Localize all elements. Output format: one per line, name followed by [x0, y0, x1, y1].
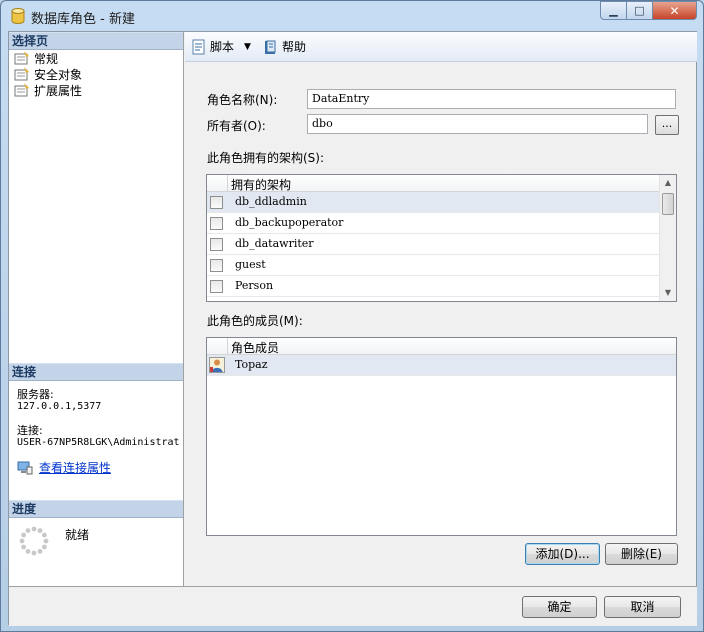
ok-button[interactable]: 确定: [522, 596, 597, 618]
title-bar[interactable]: 数据库角色 - 新建 ▁ □ ✕: [1, 1, 703, 31]
toolbar: 脚本 ▼ 帮助: [185, 32, 697, 62]
connection-section: 连接 服务器: 127.0.0.1,5377 连接: USER-67NP5R8L…: [9, 363, 183, 476]
page-item-extended-properties[interactable]: 扩展属性: [9, 82, 183, 98]
script-label: 脚本: [210, 40, 235, 54]
role-name-label: 角色名称(N):: [207, 93, 278, 107]
dialog-footer: 确定 取消: [9, 586, 697, 626]
schema-checkbox[interactable]: [210, 280, 223, 293]
help-label: 帮助: [281, 40, 306, 54]
script-button[interactable]: 脚本 ▼: [191, 38, 251, 55]
progress-spinner-icon: [19, 526, 49, 556]
connection-header: 连接: [9, 363, 183, 381]
connection-label: 连接:: [17, 424, 43, 437]
schema-name: db_ddladmin: [235, 195, 307, 208]
window-title: 数据库角色 - 新建: [31, 12, 135, 27]
server-value: 127.0.0.1,5377: [17, 401, 102, 412]
schema-checkbox[interactable]: [210, 259, 223, 272]
members-column-title: 角色成员: [231, 341, 280, 355]
connection-value: USER-67NP5R8LGK\Administrat: [17, 437, 180, 448]
schemas-scrollbar[interactable]: ▲ ▼: [659, 175, 676, 301]
table-row[interactable]: db_backupoperator: [207, 213, 676, 234]
left-panel: 选择页 常规 安全对象 扩展属性 连接 服务器: 127.0.0.1,5377 …: [9, 32, 184, 586]
remove-member-button[interactable]: 删除(E): [605, 543, 678, 565]
page-item-label: 常规: [34, 51, 59, 66]
dialog-window: 数据库角色 - 新建 ▁ □ ✕ 选择页 常规 安全对象 扩展属性 连接 服务器…: [0, 0, 704, 632]
role-name-input[interactable]: DataEntry: [307, 89, 676, 109]
help-button[interactable]: 帮助: [263, 38, 306, 55]
role-members-grid: 角色成员 Topaz: [206, 337, 677, 536]
page-item-label: 安全对象: [34, 67, 83, 82]
server-label: 服务器:: [17, 388, 54, 401]
select-page-header: 选择页: [9, 32, 183, 50]
view-connection-properties-text: 查看连接属性: [39, 461, 112, 475]
table-row[interactable]: db_datawriter: [207, 234, 676, 255]
add-member-button[interactable]: 添加(D)...: [525, 543, 600, 565]
members-column-header[interactable]: 角色成员: [207, 338, 676, 355]
page-icon: [14, 83, 29, 97]
schema-checkbox[interactable]: [210, 217, 223, 230]
dialog-client: 选择页 常规 安全对象 扩展属性 连接 服务器: 127.0.0.1,5377 …: [8, 31, 697, 626]
schemas-column-title: 拥有的架构: [231, 178, 292, 192]
schemas-column-header[interactable]: 拥有的架构: [207, 175, 676, 192]
help-book-icon: [264, 40, 276, 54]
schema-checkbox[interactable]: [210, 238, 223, 251]
minimize-button[interactable]: ▁: [600, 1, 627, 20]
scroll-thumb[interactable]: [662, 193, 674, 215]
page-icon: [14, 67, 29, 81]
schema-name: Person: [235, 279, 274, 292]
progress-section: 进度 就绪: [9, 500, 183, 556]
owner-input[interactable]: dbo: [307, 114, 648, 134]
scroll-up-icon[interactable]: ▲: [660, 175, 676, 191]
progress-status: 就绪: [65, 528, 90, 542]
member-name: Topaz: [235, 358, 268, 371]
user-icon: [209, 357, 225, 373]
maximize-button[interactable]: □: [627, 1, 653, 20]
scroll-down-icon[interactable]: ▼: [660, 285, 676, 301]
page-icon: [14, 51, 29, 65]
schema-name: db_backupoperator: [235, 216, 344, 229]
close-button[interactable]: ✕: [653, 1, 697, 20]
progress-header: 进度: [9, 500, 183, 518]
owner-label: 所有者(O):: [207, 119, 266, 133]
table-row[interactable]: db_ddladmin: [207, 192, 676, 213]
cancel-button[interactable]: 取消: [604, 596, 681, 618]
schemas-label: 此角色拥有的架构(S):: [207, 151, 325, 165]
schema-name: db_datawriter: [235, 237, 314, 250]
schema-checkbox[interactable]: [210, 196, 223, 209]
view-connection-properties-link[interactable]: 查看连接属性: [9, 449, 183, 476]
owned-schemas-grid: 拥有的架构 db_ddladmin db_backupoperator db_d…: [206, 174, 677, 302]
page-item-securables[interactable]: 安全对象: [9, 66, 183, 82]
page-item-label: 扩展属性: [34, 83, 83, 98]
page-item-general[interactable]: 常规: [9, 50, 183, 66]
script-icon: [192, 39, 205, 54]
members-label: 此角色的成员(M):: [207, 314, 303, 328]
table-row[interactable]: Person: [207, 276, 676, 297]
database-icon: [11, 8, 25, 24]
dropdown-arrow-icon[interactable]: ▼: [244, 42, 251, 52]
table-row[interactable]: guest: [207, 255, 676, 276]
connection-properties-icon: [17, 461, 33, 474]
browse-owner-button[interactable]: ...: [655, 115, 679, 135]
table-row[interactable]: Topaz: [207, 355, 676, 376]
schema-name: guest: [235, 258, 266, 271]
